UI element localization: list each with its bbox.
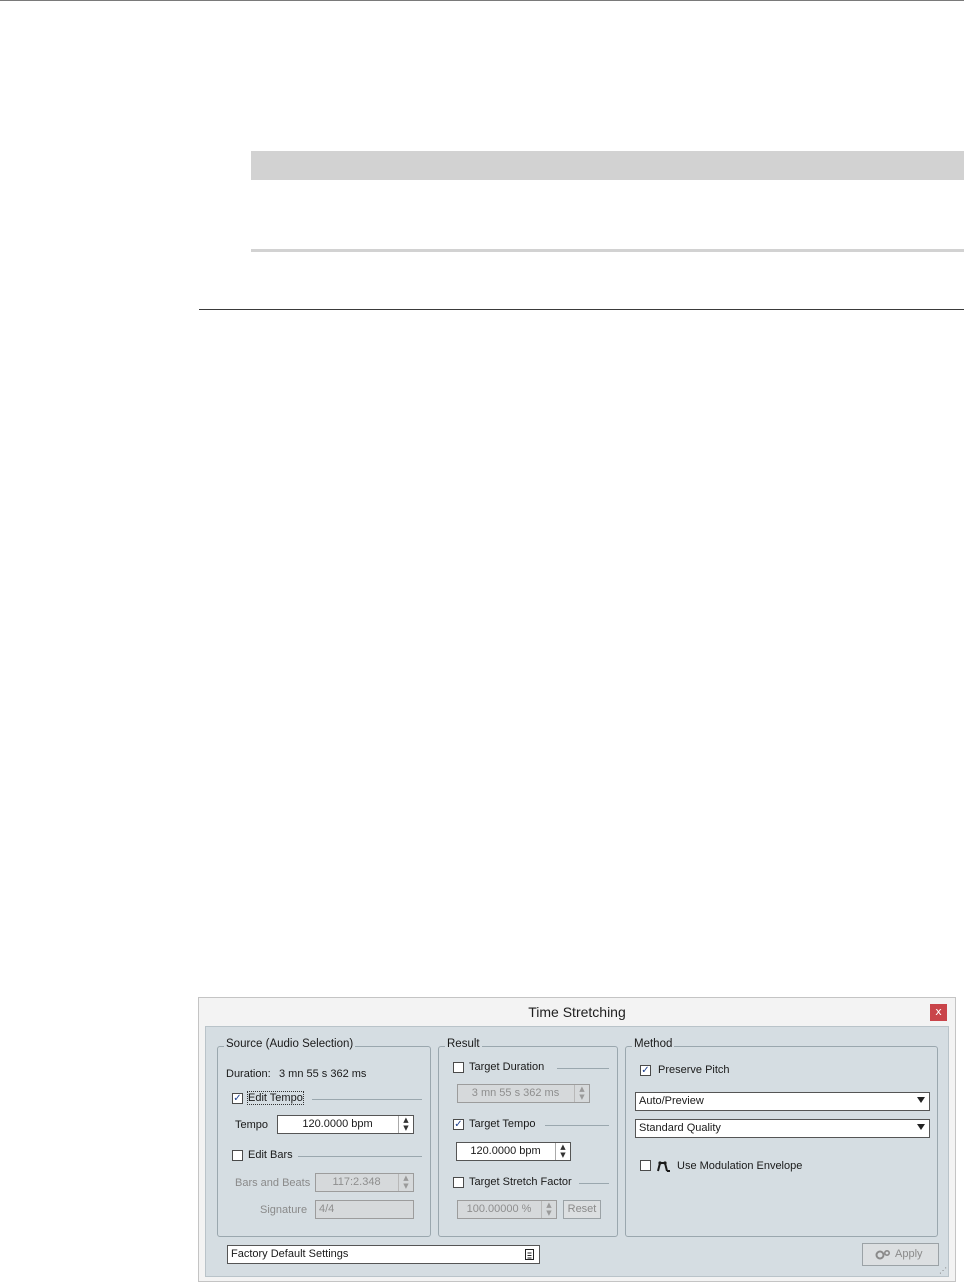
tempo-spinner[interactable]: ▲ ▼ (398, 1116, 413, 1133)
close-button[interactable]: x (930, 1004, 947, 1021)
spin-up-icon[interactable]: ▲ (560, 1143, 565, 1151)
time-stretching-dialog: Time Stretching x Source (Audio Selectio… (198, 997, 956, 1282)
target-duration-rule (557, 1068, 609, 1069)
envelope-icon (657, 1159, 671, 1172)
dialog-body: Source (Audio Selection) Duration: 3 mn … (205, 1026, 949, 1277)
edit-tempo-checkbox[interactable]: ✓ (232, 1093, 243, 1104)
spin-down-icon[interactable]: ▼ (403, 1182, 408, 1190)
result-group-title: Result (445, 1038, 482, 1050)
signature-label: Signature (260, 1204, 308, 1216)
tempo-label: Tempo (235, 1119, 269, 1131)
duration-value: 3 mn 55 s 362 ms (279, 1068, 367, 1080)
edit-bars-rule (298, 1156, 422, 1157)
method-group: Method ✓ Preserve Pitch Auto/Preview Sta… (625, 1038, 938, 1237)
edit-bars-checkbox[interactable] (232, 1150, 243, 1161)
chevron-down-icon[interactable] (917, 1124, 925, 1130)
apply-label: Apply (895, 1248, 923, 1260)
method-group-title: Method (632, 1038, 675, 1050)
target-stretch-label[interactable]: Target Stretch Factor (469, 1176, 572, 1188)
signature-value: 4/4 (319, 1203, 335, 1215)
mode-value: Auto/Preview (639, 1095, 704, 1107)
spin-up-icon[interactable]: ▲ (579, 1085, 584, 1093)
target-tempo-rule (545, 1125, 609, 1126)
spin-down-icon[interactable]: ▼ (403, 1124, 408, 1132)
target-stretch-value: 100.00000 % (466, 1203, 532, 1215)
mode-dropdown[interactable]: Auto/Preview (635, 1092, 930, 1111)
target-stretch-input[interactable]: 100.00000 % ▲ ▼ (457, 1200, 557, 1219)
table-bottom-rule (251, 249, 964, 252)
source-group-title: Source (Audio Selection) (224, 1038, 356, 1050)
preserve-pitch-label[interactable]: Preserve Pitch (658, 1064, 730, 1076)
target-duration-checkbox[interactable] (453, 1062, 464, 1073)
edit-tempo-label[interactable]: Edit Tempo (247, 1091, 304, 1105)
target-duration-value: 3 mn 55 s 362 ms (471, 1087, 560, 1099)
table-header-band (251, 151, 964, 180)
source-group: Source (Audio Selection) Duration: 3 mn … (217, 1038, 431, 1237)
modulation-envelope-checkbox[interactable] (640, 1160, 651, 1171)
target-tempo-spinner[interactable]: ▲ ▼ (555, 1143, 570, 1160)
resize-grip-icon[interactable]: ⋰ (939, 1267, 947, 1275)
dialog-titlebar: Time Stretching x (199, 998, 955, 1026)
chevron-down-icon[interactable] (917, 1097, 925, 1103)
target-tempo-checkbox[interactable]: ✓ (453, 1119, 464, 1130)
target-tempo-label[interactable]: Target Tempo (469, 1118, 535, 1130)
preserve-pitch-checkbox[interactable]: ✓ (640, 1065, 651, 1076)
apply-button[interactable]: Apply (862, 1243, 939, 1266)
target-tempo-value: 120.0000 bpm (470, 1145, 541, 1157)
duration-label: Duration: (226, 1068, 271, 1080)
tempo-input[interactable]: 120.0000 bpm ▲ ▼ (277, 1115, 414, 1134)
quality-value: Standard Quality (639, 1122, 721, 1134)
reset-button[interactable]: Reset (563, 1200, 601, 1219)
bars-beats-label: Bars and Beats (235, 1177, 311, 1189)
spin-up-icon[interactable]: ▲ (403, 1174, 408, 1182)
spin-up-icon[interactable]: ▲ (546, 1201, 551, 1209)
tempo-value: 120.0000 bpm (302, 1118, 373, 1130)
target-tempo-input[interactable]: 120.0000 bpm ▲ ▼ (456, 1142, 571, 1161)
preset-value: Factory Default Settings (231, 1248, 349, 1260)
bars-beats-input[interactable]: 117:2.348 ▲ ▼ (315, 1173, 414, 1192)
signature-input[interactable]: 4/4 (315, 1200, 414, 1219)
edit-bars-label[interactable]: Edit Bars (248, 1149, 293, 1161)
target-stretch-spinner[interactable]: ▲ ▼ (541, 1201, 556, 1218)
bars-beats-spinner[interactable]: ▲ ▼ (398, 1174, 413, 1191)
page-top-rule (0, 0, 964, 1)
target-stretch-checkbox[interactable] (453, 1177, 464, 1188)
spin-up-icon[interactable]: ▲ (403, 1116, 408, 1124)
result-group: Result Target Duration 3 mn 55 s 362 ms … (438, 1038, 618, 1237)
target-duration-input[interactable]: 3 mn 55 s 362 ms ▲ ▼ (457, 1084, 590, 1103)
edit-tempo-rule (312, 1099, 422, 1100)
spin-down-icon[interactable]: ▼ (560, 1151, 565, 1159)
bars-beats-value: 117:2.348 (332, 1176, 381, 1188)
target-duration-label[interactable]: Target Duration (469, 1061, 544, 1073)
spin-down-icon[interactable]: ▼ (579, 1093, 584, 1101)
section-divider (199, 309, 964, 310)
preset-field[interactable]: Factory Default Settings (227, 1245, 540, 1264)
quality-dropdown[interactable]: Standard Quality (635, 1119, 930, 1138)
target-duration-spinner[interactable]: ▲ ▼ (574, 1085, 589, 1102)
spin-down-icon[interactable]: ▼ (546, 1209, 551, 1217)
target-stretch-rule (579, 1183, 609, 1184)
gears-icon (875, 1248, 891, 1262)
modulation-envelope-label[interactable]: Use Modulation Envelope (677, 1160, 802, 1172)
dialog-title: Time Stretching (528, 1004, 626, 1020)
preset-menu-icon[interactable] (524, 1248, 536, 1261)
